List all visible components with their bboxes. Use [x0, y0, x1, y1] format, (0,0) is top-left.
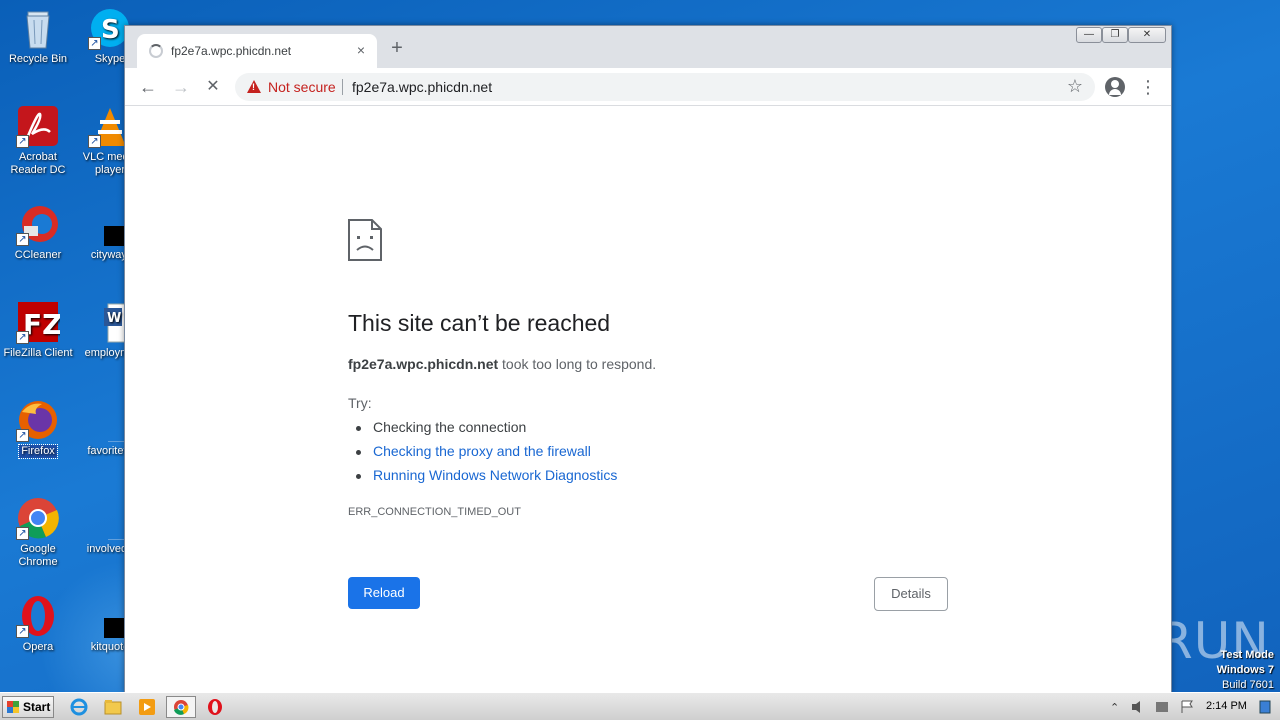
shortcut-arrow-icon: ↗: [16, 233, 29, 246]
filezilla-icon: FZ ↗: [16, 300, 62, 344]
error-host: fp2e7a.wpc.phicdn.net: [348, 356, 499, 372]
file-explorer-icon[interactable]: [102, 697, 124, 717]
tab-title: fp2e7a.wpc.phicdn.net: [171, 44, 292, 58]
test-mode-os: Windows 7: [1216, 664, 1274, 676]
shortcut-arrow-icon: ↗: [88, 37, 101, 50]
desktop-icon-chrome[interactable]: ↗ Google Chrome: [0, 496, 76, 569]
restore-button[interactable]: ❐: [1102, 27, 1128, 43]
suggestion-check-connection: Checking the connection: [355, 419, 527, 435]
media-player-icon[interactable]: [136, 697, 158, 717]
profile-avatar-icon[interactable]: [1105, 77, 1125, 97]
title-bar: fp2e7a.wpc.phicdn.net × + — ❐ ✕: [125, 26, 1171, 68]
toolbar: ← → ✕ Not secure fp2e7a.wpc.phicdn.net ☆…: [125, 68, 1171, 106]
security-indicator[interactable]: Not secure: [268, 79, 336, 95]
taskbar: Start ⌃ 2:14 PM: [0, 692, 1280, 720]
stop-button[interactable]: ✕: [202, 76, 224, 98]
test-mode-build: Build 7601: [1222, 679, 1274, 691]
test-mode-notice: Test Mode Windows 7 Build 7601: [1217, 648, 1274, 692]
recycle-bin-icon: [16, 6, 60, 50]
tab-active[interactable]: fp2e7a.wpc.phicdn.net ×: [137, 34, 377, 68]
desktop-icon-firefox[interactable]: ↗ Firefox: [0, 398, 76, 459]
warning-icon: [247, 80, 261, 93]
close-window-button[interactable]: ✕: [1128, 27, 1166, 43]
suggestion-proxy-firewall-link[interactable]: Checking the proxy and the firewall: [356, 443, 591, 459]
reload-button[interactable]: Reload: [348, 577, 420, 609]
forward-button[interactable]: →: [170, 76, 192, 98]
desktop-icon-label: Opera: [22, 641, 54, 653]
back-button[interactable]: ←: [137, 76, 159, 98]
shortcut-arrow-icon: ↗: [88, 135, 101, 148]
menu-button[interactable]: ⋮: [1139, 76, 1157, 98]
start-button[interactable]: Start: [2, 696, 54, 718]
desktop-icon-label: Recycle Bin: [8, 53, 68, 65]
svg-text:W: W: [107, 311, 121, 326]
new-tab-button[interactable]: +: [387, 38, 407, 58]
acrobat-icon: ↗: [16, 104, 60, 148]
url-text[interactable]: fp2e7a.wpc.phicdn.net: [352, 79, 492, 95]
desktop-icon-filezilla[interactable]: FZ ↗ FileZilla Client: [0, 300, 76, 360]
opera-icon: ↗: [16, 594, 60, 638]
chrome-taskbar-icon[interactable]: [166, 696, 196, 718]
error-title: This site can’t be reached: [348, 310, 611, 336]
ccleaner-icon: ↗: [16, 202, 60, 246]
internet-explorer-icon[interactable]: [68, 697, 90, 717]
error-message: fp2e7a.wpc.phicdn.net took too long to r…: [348, 356, 656, 372]
opera-taskbar-icon[interactable]: [204, 697, 226, 717]
suggestion-network-diagnostics-link[interactable]: Running Windows Network Diagnostics: [355, 467, 617, 483]
minimize-button[interactable]: —: [1076, 27, 1102, 43]
bookmark-star-icon[interactable]: ☆: [1067, 76, 1083, 97]
desktop-icon-opera[interactable]: ↗ Opera: [0, 594, 76, 654]
error-page: This site can’t be reached fp2e7a.wpc.ph…: [125, 106, 1171, 692]
chrome-icon: ↗: [16, 496, 60, 540]
test-mode-line: Test Mode: [1220, 649, 1274, 661]
svg-text:⌃: ⌃: [1110, 701, 1119, 714]
shortcut-arrow-icon: ↗: [16, 429, 29, 442]
desktop-icon-label: Firefox: [18, 444, 58, 459]
error-code: ERR_CONNECTION_TIMED_OUT: [348, 506, 521, 518]
desktop-icon-ccleaner[interactable]: ↗ CCleaner: [0, 202, 76, 262]
desktop-icon-label: CCleaner: [14, 249, 62, 261]
windows-logo-icon: [7, 701, 19, 713]
divider: [342, 79, 343, 95]
shortcut-arrow-icon: ↗: [16, 135, 29, 148]
desktop-icon-recycle-bin[interactable]: Recycle Bin: [0, 6, 76, 66]
firefox-icon: ↗: [16, 398, 60, 442]
start-label: Start: [23, 700, 51, 714]
loading-spinner-icon: [149, 44, 163, 58]
tab-close-icon[interactable]: ×: [353, 42, 369, 58]
details-button[interactable]: Details: [874, 577, 948, 611]
try-label: Try:: [348, 395, 372, 411]
svg-text:S: S: [101, 15, 120, 45]
shortcut-arrow-icon: ↗: [16, 527, 29, 540]
address-bar[interactable]: Not secure fp2e7a.wpc.phicdn.net ☆: [235, 73, 1095, 101]
chrome-window: fp2e7a.wpc.phicdn.net × + — ❐ ✕ ← → ✕ No…: [124, 25, 1172, 693]
shortcut-arrow-icon: ↗: [16, 625, 29, 638]
clock[interactable]: 2:14 PM: [1206, 700, 1247, 712]
desktop-icon-label: FileZilla Client: [3, 347, 73, 359]
desktop-icon-label: Acrobat Reader DC: [10, 151, 66, 176]
error-message-text: took too long to respond.: [498, 356, 657, 372]
desktop-icon-acrobat[interactable]: ↗ Acrobat Reader DC: [0, 104, 76, 177]
sad-page-icon: [348, 219, 382, 261]
shortcut-arrow-icon: ↗: [16, 331, 29, 344]
desktop-icon-label: Google Chrome: [18, 543, 58, 568]
